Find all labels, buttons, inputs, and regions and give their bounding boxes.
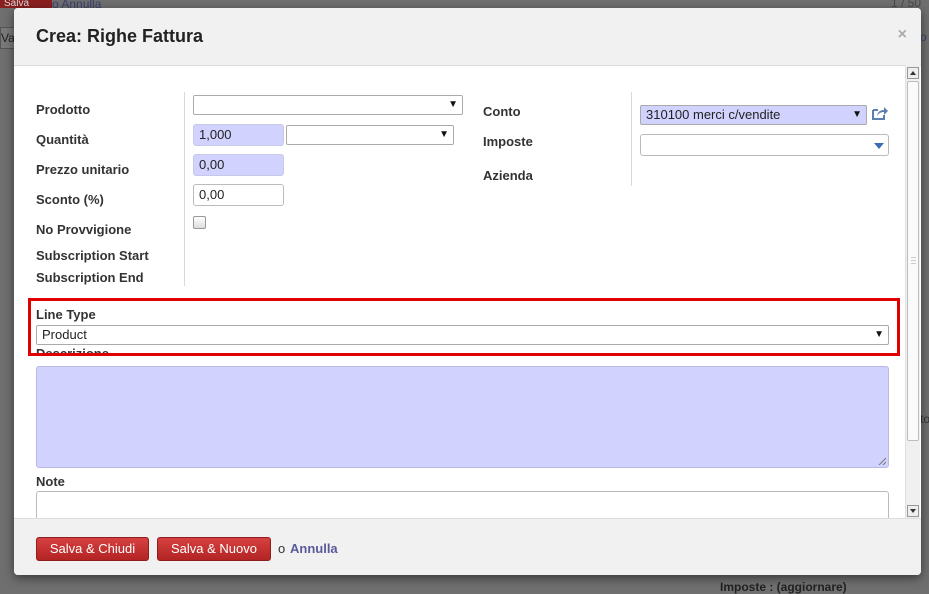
quantita-input[interactable]: 1,000 (193, 124, 284, 146)
conto-label: Conto (483, 104, 521, 119)
subscription-start-label: Subscription Start (36, 248, 149, 263)
save-close-button[interactable]: Salva & Chiudi (36, 537, 149, 561)
conto-value: 310100 merci c/vendite (646, 107, 781, 122)
chevron-down-icon (874, 143, 884, 149)
prezzo-unitario-label: Prezzo unitario (36, 162, 130, 177)
dialog-footer: Salva & Chiudi Salva & Nuovo o Annulla (14, 518, 921, 575)
dropdown-arrow-icon: ▼ (439, 129, 449, 140)
prezzo-unitario-input[interactable]: 0,00 (193, 154, 284, 176)
sconto-input[interactable]: 0,00 (193, 184, 284, 206)
azienda-label: Azienda (483, 168, 533, 183)
dropdown-arrow-icon: ▼ (448, 99, 458, 110)
right-column-separator (631, 92, 632, 186)
save-new-button[interactable]: Salva & Nuovo (157, 537, 271, 561)
prodotto-select[interactable]: ▼ (193, 95, 463, 115)
note-label: Note (36, 474, 65, 489)
conto-select[interactable]: 310100 merci c/vendite ▼ (640, 105, 867, 125)
grip-icon: ─ ─ ─ (911, 255, 916, 268)
unit-of-measure-select[interactable]: ▼ (286, 125, 454, 145)
dialog-title: Crea: Righe Fattura (36, 26, 204, 46)
dropdown-arrow-icon: ▼ (852, 109, 862, 120)
resize-grip-icon[interactable] (878, 457, 886, 465)
scrollbar-thumb[interactable]: ─ ─ ─ (907, 81, 919, 441)
quantita-label: Quantità (36, 132, 89, 147)
imposte-label: Imposte (483, 134, 533, 149)
dialog-body: Prodotto Quantità Prezzo unitario Sconto… (14, 66, 921, 518)
sconto-label: Sconto (%) (36, 192, 104, 207)
prodotto-label: Prodotto (36, 102, 91, 117)
close-icon[interactable]: × (898, 26, 907, 44)
left-column-separator (184, 92, 185, 286)
cancel-link[interactable]: Annulla (290, 541, 338, 556)
dialog-header: Crea: Righe Fattura × (14, 8, 921, 66)
external-link-icon[interactable] (871, 106, 888, 121)
note-textarea[interactable] (36, 491, 889, 518)
background-save-button: Salva (0, 0, 52, 8)
imposte-input[interactable] (640, 134, 889, 156)
create-invoice-line-dialog: Crea: Righe Fattura × Prodotto Quantità … (14, 8, 921, 575)
scroll-down-button[interactable] (907, 505, 919, 517)
dialog-scrollbar[interactable]: ─ ─ ─ (905, 65, 920, 519)
scroll-up-button[interactable] (907, 67, 919, 79)
background-taxes-label: Imposte : (aggiornare) (720, 580, 847, 594)
subscription-end-label: Subscription End (36, 270, 144, 285)
descrizione-textarea[interactable] (36, 366, 889, 468)
line-type-highlight (28, 298, 900, 356)
background-text: to (920, 412, 929, 426)
no-provvigione-checkbox[interactable] (193, 216, 206, 229)
no-provvigione-label: No Provvigione (36, 222, 132, 237)
or-text: o (278, 541, 286, 556)
background-text: o (920, 30, 927, 44)
